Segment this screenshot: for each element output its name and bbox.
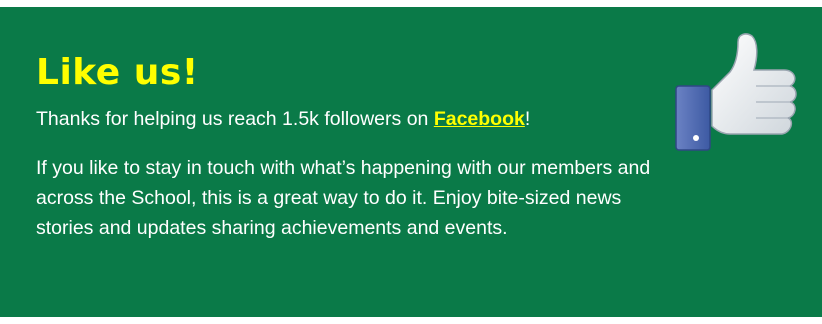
intro-text: Thanks for helping us reach 1.5k followe… [36, 108, 434, 130]
intro-punctuation: ! [524, 108, 531, 130]
thumbs-up-icon [675, 33, 797, 151]
facebook-promo-banner: Like us! Thanks for helping us reach 1.5… [0, 7, 822, 317]
banner-heading: Like us! [36, 52, 199, 93]
banner-body-text: If you like to stay in touch with what’s… [36, 157, 651, 239]
facebook-link[interactable]: Facebook [434, 108, 525, 130]
banner-intro: Thanks for helping us reach 1.5k followe… [36, 106, 530, 132]
